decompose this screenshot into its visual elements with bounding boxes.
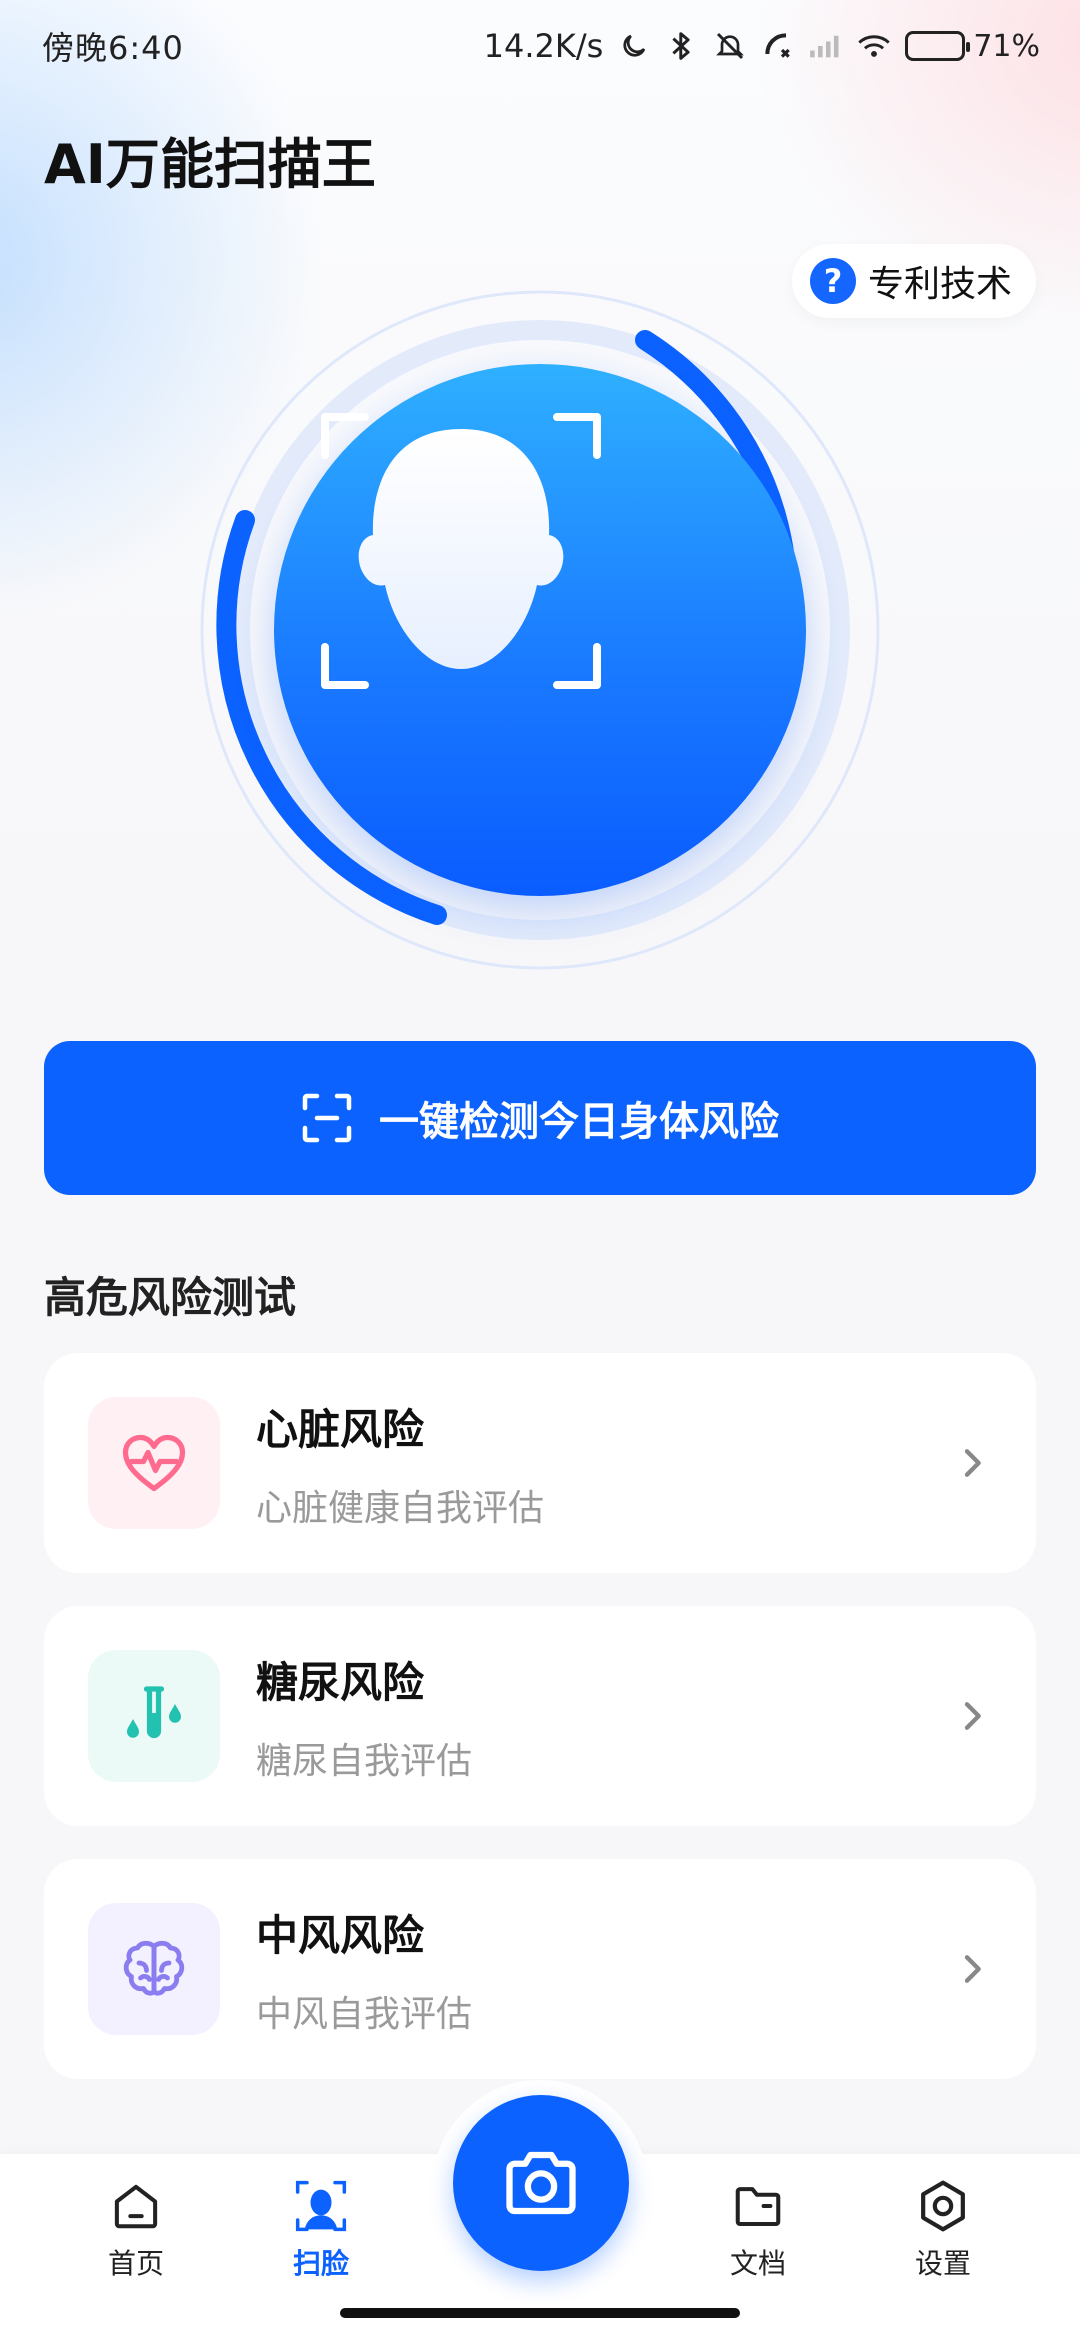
home-indicator[interactable]	[340, 2308, 740, 2318]
nav-label: 文档	[729, 2247, 786, 2280]
network-speed: 14.2K/s	[483, 27, 604, 65]
home-icon	[108, 2178, 164, 2234]
face-scan-icon	[293, 2178, 349, 2234]
battery-icon	[905, 31, 971, 61]
camera-icon	[506, 2151, 576, 2215]
nav-item-face-scan[interactable]: 扫脸	[261, 2178, 381, 2288]
call-forward-icon	[761, 29, 795, 63]
brain-icon	[123, 1940, 185, 1996]
camera-button[interactable]	[453, 2095, 629, 2271]
risk-title: 糖尿风险	[256, 1657, 425, 1707]
status-time: 傍晚6:40	[42, 29, 184, 67]
app-screen: 傍晚6:40 14.2K/s 71% AI万能扫描王 ? 专利技术 一键检测今日…	[0, 0, 1080, 2340]
risk-subtitle: 心脏健康自我评估	[256, 1487, 545, 1529]
bluetooth-icon	[665, 29, 699, 63]
status-icons: 14.2K/s 71%	[484, 27, 1040, 65]
risk-card-diabetes[interactable]: 糖尿风险 糖尿自我评估	[44, 1606, 1036, 1826]
risk-icon-bg	[88, 1903, 220, 2035]
detect-body-risk-button[interactable]: 一键检测今日身体风险	[44, 1041, 1036, 1195]
scan-frame-icon	[302, 1093, 352, 1143]
chevron-right-icon	[964, 1702, 981, 1730]
risk-card-heart[interactable]: 心脏风险 心脏健康自我评估	[44, 1353, 1036, 1573]
moon-icon	[617, 29, 651, 63]
status-bar: 傍晚6:40 14.2K/s 71%	[0, 0, 1080, 92]
nav-label: 设置	[914, 2247, 971, 2280]
nav-item-documents[interactable]: 文档	[698, 2178, 818, 2288]
test-tube-drops-icon	[127, 1686, 181, 1739]
folder-icon	[730, 2178, 786, 2234]
bell-muted-icon	[713, 29, 747, 63]
risk-subtitle: 糖尿自我评估	[256, 1740, 473, 1782]
settings-hex-icon	[915, 2178, 971, 2234]
detect-button-label: 一键检测今日身体风险	[379, 1099, 779, 1145]
nav-item-home[interactable]: 首页	[76, 2178, 196, 2288]
heart-pulse-icon	[122, 1434, 186, 1492]
risk-icon-bg	[88, 1397, 220, 1529]
nav-item-settings[interactable]: 设置	[883, 2178, 1003, 2288]
patent-label: 专利技术	[867, 264, 1012, 305]
nav-label: 首页	[107, 2247, 164, 2280]
risk-icon-bg	[88, 1650, 220, 1782]
risk-subtitle: 中风自我评估	[256, 1993, 473, 2035]
risk-title: 中风风险	[256, 1910, 425, 1960]
nav-label: 扫脸	[292, 2247, 349, 2280]
chevron-right-icon	[964, 1955, 981, 1983]
chevron-right-icon	[964, 1449, 981, 1477]
risk-title: 心脏风险	[256, 1404, 425, 1454]
section-title: 高危风险测试	[44, 1273, 297, 1322]
wifi-icon	[857, 29, 891, 63]
signal-icon	[809, 29, 843, 63]
face-frame-icon	[321, 413, 601, 689]
battery-indicator: 71%	[905, 29, 1040, 64]
face-scan-area[interactable]	[195, 285, 885, 975]
risk-card-stroke[interactable]: 中风风险 中风自我评估	[44, 1859, 1036, 2079]
battery-percent: 71%	[973, 28, 1040, 64]
app-title: AI万能扫描王	[44, 133, 376, 196]
